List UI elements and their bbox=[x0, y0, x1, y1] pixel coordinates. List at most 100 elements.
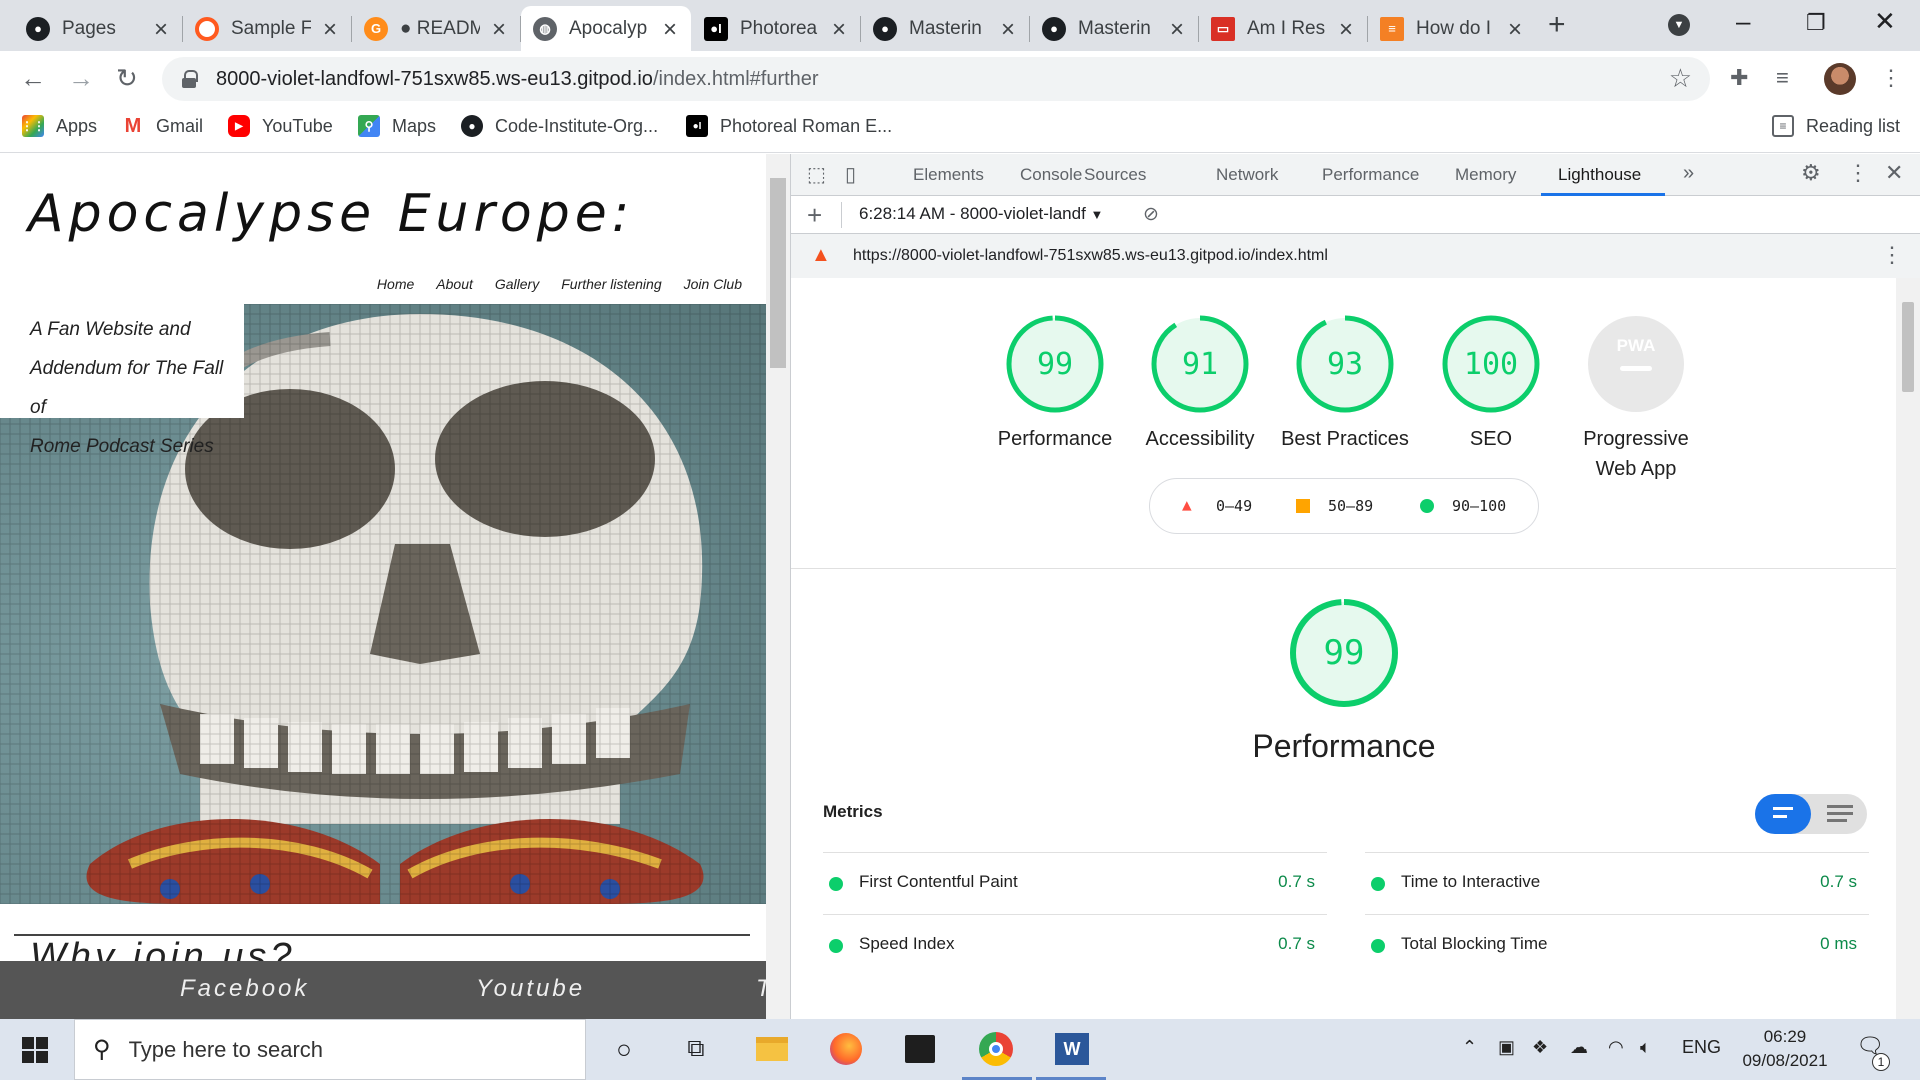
report-scrollbar[interactable] bbox=[1896, 278, 1920, 1019]
task-view-icon[interactable]: ⧉ bbox=[676, 1029, 716, 1069]
bookmark-code-institute[interactable]: ● Code-Institute-Org... bbox=[461, 115, 658, 137]
tab-mastering-1[interactable]: ● Masterin × bbox=[861, 6, 1030, 51]
bookmark-photoreal[interactable]: ●I Photoreal Roman E... bbox=[686, 115, 892, 137]
nav-about[interactable]: About bbox=[436, 276, 473, 292]
bookmark-gmail[interactable]: M Gmail bbox=[122, 115, 203, 137]
window-close-icon[interactable]: ✕ bbox=[1874, 6, 1896, 37]
new-tab-plus-icon[interactable]: + bbox=[1548, 8, 1566, 42]
tab-readme[interactable]: G ● READM × bbox=[352, 6, 521, 51]
extensions-puzzle-icon[interactable]: ✚ bbox=[1730, 65, 1748, 91]
inspect-element-icon[interactable]: ⬚ bbox=[807, 162, 826, 187]
language-indicator[interactable]: ENG bbox=[1682, 1037, 1721, 1058]
footer-link-facebook[interactable]: Facebook bbox=[180, 975, 309, 1003]
back-arrow-icon[interactable]: ← bbox=[20, 63, 46, 94]
bookmark-youtube[interactable]: ▶ YouTube bbox=[228, 115, 333, 137]
tray-chevron-up-icon[interactable]: ⌃ bbox=[1462, 1037, 1477, 1058]
clear-reports-icon[interactable]: ⊘ bbox=[1143, 203, 1159, 226]
media-queue-icon[interactable]: ≡ bbox=[1776, 65, 1789, 91]
website-scrollbar[interactable] bbox=[766, 154, 790, 1019]
bookmark-apps[interactable]: ⋮⋮ Apps bbox=[21, 115, 97, 137]
settings-gear-icon[interactable]: ⚙ bbox=[1801, 160, 1821, 186]
nav-join-club[interactable]: Join Club bbox=[684, 276, 742, 292]
tab-photoreal[interactable]: ●I Photorea × bbox=[692, 6, 861, 51]
firefox-icon[interactable] bbox=[826, 1029, 866, 1069]
report-menu-icon[interactable]: ⋮ bbox=[1881, 242, 1903, 268]
footer-link-truncated[interactable]: T bbox=[756, 975, 766, 1003]
reload-icon[interactable]: ↻ bbox=[116, 63, 138, 94]
tab-apocalypse[interactable]: ◍ Apocalyp × bbox=[521, 6, 691, 51]
bookmark-star-icon[interactable]: ☆ bbox=[1669, 63, 1692, 94]
nav-home[interactable]: Home bbox=[377, 276, 414, 292]
tab-lighthouse[interactable]: Lighthouse bbox=[1558, 165, 1641, 185]
avatar[interactable] bbox=[1824, 63, 1856, 95]
tab-am-i-responsive[interactable]: ▭ Am I Res × bbox=[1199, 6, 1368, 51]
metrics-title: Metrics bbox=[823, 802, 883, 821]
more-tabs-chevron-icon[interactable]: » bbox=[1683, 162, 1694, 185]
wifi-icon[interactable]: ◠ bbox=[1608, 1037, 1624, 1058]
onedrive-icon[interactable]: ☁ bbox=[1570, 1037, 1588, 1058]
close-icon[interactable]: × bbox=[1508, 16, 1522, 44]
chrome-icon[interactable] bbox=[976, 1029, 1016, 1069]
toggle-compact-option[interactable] bbox=[1755, 794, 1811, 834]
address-bar[interactable]: 8000-violet-landfowl-751sxw85.ws-eu13.gi… bbox=[162, 57, 1710, 101]
close-icon[interactable]: × bbox=[1001, 16, 1015, 44]
scrollbar-thumb[interactable] bbox=[770, 178, 786, 368]
pwa-gauge[interactable]: PWA bbox=[1586, 314, 1686, 414]
new-report-plus-icon[interactable]: + bbox=[807, 200, 822, 231]
search-placeholder: Type here to search bbox=[128, 1036, 324, 1062]
tab-elements[interactable]: Elements bbox=[913, 165, 984, 185]
taskbar-search-box[interactable]: ⚲ Type here to search bbox=[74, 1019, 586, 1080]
tray-device-icon[interactable]: ▣ bbox=[1498, 1037, 1515, 1058]
close-icon[interactable]: × bbox=[154, 16, 168, 44]
taskbar-clock[interactable]: 06:29 09/08/2021 bbox=[1730, 1025, 1840, 1073]
kebab-menu-icon[interactable]: ⋮ bbox=[1880, 65, 1902, 91]
word-icon[interactable]: W bbox=[1052, 1029, 1092, 1069]
store-bag-icon[interactable] bbox=[900, 1029, 940, 1069]
file-explorer-icon[interactable] bbox=[752, 1029, 792, 1069]
restore-icon[interactable]: ❐ bbox=[1806, 10, 1826, 36]
minimize-icon[interactable]: – bbox=[1736, 6, 1750, 37]
forward-arrow-icon[interactable]: → bbox=[68, 63, 94, 94]
close-icon[interactable]: × bbox=[492, 16, 506, 44]
devtools-menu-icon[interactable]: ⋮ bbox=[1847, 160, 1869, 186]
cortana-circle-icon[interactable]: ○ bbox=[604, 1029, 644, 1069]
tab-pages[interactable]: ● Pages × bbox=[14, 6, 183, 51]
reading-list-label: Reading list bbox=[1806, 115, 1901, 136]
nav-further-listening[interactable]: Further listening bbox=[561, 276, 661, 292]
average-square-icon bbox=[1296, 499, 1310, 513]
tab-network[interactable]: Network bbox=[1216, 165, 1278, 185]
devtools-close-icon[interactable]: ✕ bbox=[1885, 160, 1903, 186]
tab-mastering-2[interactable]: ● Masterin × bbox=[1030, 6, 1199, 51]
score-gauge[interactable]: 100 bbox=[1441, 314, 1541, 414]
nav-gallery[interactable]: Gallery bbox=[495, 276, 539, 292]
close-icon[interactable]: × bbox=[323, 16, 337, 44]
tab-console[interactable]: Console bbox=[1020, 165, 1082, 185]
bookmark-maps[interactable]: ⚲ Maps bbox=[358, 115, 436, 137]
score-gauge[interactable]: 93 bbox=[1295, 314, 1395, 414]
tab-performance[interactable]: Performance bbox=[1322, 165, 1419, 185]
performance-big-gauge: 99 bbox=[1289, 598, 1399, 708]
footer-link-youtube[interactable]: Youtube bbox=[476, 975, 585, 1003]
score-gauge[interactable]: 91 bbox=[1150, 314, 1250, 414]
dropbox-icon[interactable]: ❖ bbox=[1532, 1037, 1548, 1058]
device-toolbar-icon[interactable]: ▯ bbox=[845, 162, 856, 187]
close-icon[interactable]: × bbox=[1339, 16, 1353, 44]
scrollbar-thumb[interactable] bbox=[1902, 302, 1914, 392]
close-icon[interactable]: × bbox=[832, 16, 846, 44]
tab-how-do-i[interactable]: ≡ How do I × bbox=[1368, 6, 1536, 51]
responsive-icon: ▭ bbox=[1211, 16, 1235, 41]
score-gauge[interactable]: 99 bbox=[1005, 314, 1105, 414]
tab-sample[interactable]: Sample F × bbox=[183, 6, 352, 51]
close-icon[interactable]: × bbox=[663, 16, 677, 44]
volume-icon[interactable]: 🔈︎ bbox=[1640, 1037, 1651, 1058]
toggle-expanded-icon[interactable] bbox=[1827, 805, 1853, 808]
report-select[interactable]: 6:28:14 AM - 8000-violet-landf ▼ bbox=[859, 204, 1103, 224]
close-icon[interactable]: × bbox=[1170, 16, 1184, 44]
tab-sources[interactable]: Sources bbox=[1084, 165, 1146, 185]
metrics-view-toggle[interactable] bbox=[1755, 794, 1867, 834]
report-url[interactable]: https://8000-violet-landfowl-751sxw85.ws… bbox=[853, 247, 1328, 265]
tab-memory[interactable]: Memory bbox=[1455, 165, 1516, 185]
windows-start-icon[interactable] bbox=[22, 1037, 48, 1063]
reading-list-button[interactable]: ≡ Reading list bbox=[1772, 115, 1900, 137]
tab-search-icon[interactable]: ▼ bbox=[1668, 14, 1690, 36]
